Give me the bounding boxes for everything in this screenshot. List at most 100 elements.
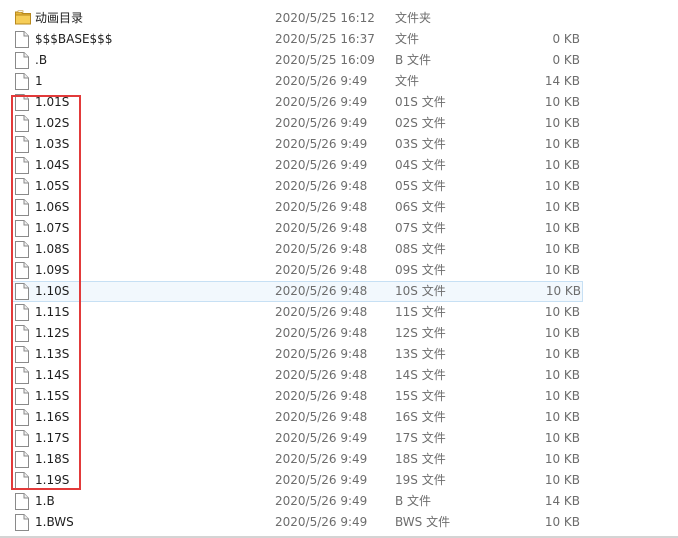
file-row[interactable]: 动画目录 2020/5/25 16:12 文件夹 bbox=[0, 8, 678, 29]
file-icon bbox=[15, 94, 31, 111]
file-date-modified: 2020/5/26 9:49 bbox=[275, 494, 368, 508]
file-date-modified: 2020/5/26 9:49 bbox=[275, 137, 368, 151]
file-row[interactable]: 1.06S 2020/5/26 9:48 06S 文件 10 KB bbox=[0, 197, 678, 218]
file-row[interactable]: 1.02S 2020/5/26 9:49 02S 文件 10 KB bbox=[0, 113, 678, 134]
folder-icon bbox=[15, 10, 31, 27]
file-row[interactable]: $$$BASE$$$ 2020/5/25 16:37 文件 0 KB bbox=[0, 29, 678, 50]
file-row[interactable]: 1.B 2020/5/26 9:49 B 文件 14 KB bbox=[0, 491, 678, 512]
file-date-modified: 2020/5/26 9:48 bbox=[275, 221, 368, 235]
file-type: 18S 文件 bbox=[395, 452, 446, 466]
file-icon bbox=[15, 283, 31, 300]
file-name: $$$BASE$$$ bbox=[35, 32, 113, 46]
file-name: .B bbox=[35, 53, 48, 67]
file-row[interactable]: 1.17S 2020/5/26 9:49 17S 文件 10 KB bbox=[0, 428, 678, 449]
file-icon bbox=[15, 409, 31, 426]
file-name: 1.11S bbox=[35, 305, 70, 319]
file-row[interactable]: 1.18S 2020/5/26 9:49 18S 文件 10 KB bbox=[0, 449, 678, 470]
file-date-modified: 2020/5/26 9:49 bbox=[275, 431, 368, 445]
file-icon bbox=[15, 115, 31, 132]
file-size: 10 KB bbox=[544, 200, 580, 214]
file-size: 0 KB bbox=[552, 32, 580, 46]
file-type: 16S 文件 bbox=[395, 410, 446, 424]
file-name: 1.08S bbox=[35, 242, 70, 256]
file-name: 1.01S bbox=[35, 95, 70, 109]
file-date-modified: 2020/5/26 9:48 bbox=[275, 368, 368, 382]
file-row[interactable]: 1 2020/5/26 9:49 文件 14 KB bbox=[0, 71, 678, 92]
file-size: 10 KB bbox=[544, 368, 580, 382]
file-name: 1.17S bbox=[35, 431, 70, 445]
file-row[interactable]: 1.09S 2020/5/26 9:48 09S 文件 10 KB bbox=[0, 260, 678, 281]
file-icon bbox=[15, 325, 31, 342]
file-name: 1.B bbox=[35, 494, 55, 508]
file-name: 1.12S bbox=[35, 326, 70, 340]
file-size: 10 KB bbox=[544, 515, 580, 529]
file-type: 03S 文件 bbox=[395, 137, 446, 151]
file-type: B 文件 bbox=[395, 53, 432, 67]
file-date-modified: 2020/5/26 9:48 bbox=[275, 263, 368, 277]
file-row[interactable]: 1.14S 2020/5/26 9:48 14S 文件 10 KB bbox=[0, 365, 678, 386]
file-date-modified: 2020/5/26 9:48 bbox=[275, 326, 368, 340]
file-date-modified: 2020/5/26 9:49 bbox=[275, 95, 368, 109]
file-name: 1.10S bbox=[35, 284, 70, 298]
file-date-modified: 2020/5/26 9:48 bbox=[275, 200, 368, 214]
file-type: 12S 文件 bbox=[395, 326, 446, 340]
file-size: 10 KB bbox=[544, 221, 580, 235]
file-date-modified: 2020/5/26 9:48 bbox=[275, 410, 368, 424]
file-type: 09S 文件 bbox=[395, 263, 446, 277]
file-type: 11S 文件 bbox=[395, 305, 446, 319]
file-date-modified: 2020/5/25 16:09 bbox=[275, 53, 375, 67]
file-type: B 文件 bbox=[395, 494, 432, 508]
file-row[interactable]: 1.04S 2020/5/26 9:49 04S 文件 10 KB bbox=[0, 155, 678, 176]
file-row[interactable]: 1.12S 2020/5/26 9:48 12S 文件 10 KB bbox=[0, 323, 678, 344]
file-icon bbox=[15, 472, 31, 489]
file-date-modified: 2020/5/26 9:49 bbox=[275, 452, 368, 466]
file-type: 文件 bbox=[395, 74, 420, 88]
file-row[interactable]: 1.08S 2020/5/26 9:48 08S 文件 10 KB bbox=[0, 239, 678, 260]
file-icon bbox=[15, 241, 31, 258]
file-size: 10 KB bbox=[544, 389, 580, 403]
file-row[interactable]: 1.19S 2020/5/26 9:49 19S 文件 10 KB bbox=[0, 470, 678, 491]
file-row[interactable]: 1.15S 2020/5/26 9:48 15S 文件 10 KB bbox=[0, 386, 678, 407]
file-type: 文件 bbox=[395, 32, 420, 46]
file-date-modified: 2020/5/26 9:48 bbox=[275, 305, 368, 319]
file-row[interactable]: 1.07S 2020/5/26 9:48 07S 文件 10 KB bbox=[0, 218, 678, 239]
file-type: 10S 文件 bbox=[395, 284, 446, 298]
file-icon bbox=[15, 388, 31, 405]
file-name: 1.09S bbox=[35, 263, 70, 277]
file-icon bbox=[15, 136, 31, 153]
file-date-modified: 2020/5/26 9:48 bbox=[275, 347, 368, 361]
file-date-modified: 2020/5/26 9:48 bbox=[275, 242, 368, 256]
file-date-modified: 2020/5/26 9:48 bbox=[275, 389, 368, 403]
file-type: 13S 文件 bbox=[395, 347, 446, 361]
file-row[interactable]: 1.11S 2020/5/26 9:48 11S 文件 10 KB bbox=[0, 302, 678, 323]
file-row[interactable]: 1.10S 2020/5/26 9:48 10S 文件 10 KB bbox=[11, 281, 583, 302]
file-name: 1.02S bbox=[35, 116, 70, 130]
file-name: 1.16S bbox=[35, 410, 70, 424]
file-size: 10 KB bbox=[545, 284, 581, 298]
file-type: 05S 文件 bbox=[395, 179, 446, 193]
file-size: 10 KB bbox=[544, 452, 580, 466]
file-list: 动画目录 2020/5/25 16:12 文件夹 $$$BASE$$$ 2020… bbox=[0, 8, 678, 533]
file-type: 04S 文件 bbox=[395, 158, 446, 172]
file-row[interactable]: 1.BWS 2020/5/26 9:49 BWS 文件 10 KB bbox=[0, 512, 678, 533]
file-date-modified: 2020/5/26 9:49 bbox=[275, 473, 368, 487]
file-date-modified: 2020/5/26 9:49 bbox=[275, 515, 368, 529]
file-icon bbox=[15, 430, 31, 447]
file-size: 10 KB bbox=[544, 305, 580, 319]
file-icon bbox=[15, 220, 31, 237]
file-row[interactable]: 1.03S 2020/5/26 9:49 03S 文件 10 KB bbox=[0, 134, 678, 155]
file-row[interactable]: 1.05S 2020/5/26 9:48 05S 文件 10 KB bbox=[0, 176, 678, 197]
file-name: 1.19S bbox=[35, 473, 70, 487]
file-row[interactable]: 1.16S 2020/5/26 9:48 16S 文件 10 KB bbox=[0, 407, 678, 428]
file-icon bbox=[15, 52, 31, 69]
file-row[interactable]: 1.01S 2020/5/26 9:49 01S 文件 10 KB bbox=[0, 92, 678, 113]
file-date-modified: 2020/5/26 9:48 bbox=[275, 284, 368, 298]
file-name: 动画目录 bbox=[35, 11, 84, 25]
file-row[interactable]: 1.13S 2020/5/26 9:48 13S 文件 10 KB bbox=[0, 344, 678, 365]
file-date-modified: 2020/5/26 9:48 bbox=[275, 179, 368, 193]
file-date-modified: 2020/5/26 9:49 bbox=[275, 158, 368, 172]
file-row[interactable]: .B 2020/5/25 16:09 B 文件 0 KB bbox=[0, 50, 678, 71]
file-type: 06S 文件 bbox=[395, 200, 446, 214]
file-size: 0 KB bbox=[552, 53, 580, 67]
file-name: 1.05S bbox=[35, 179, 70, 193]
